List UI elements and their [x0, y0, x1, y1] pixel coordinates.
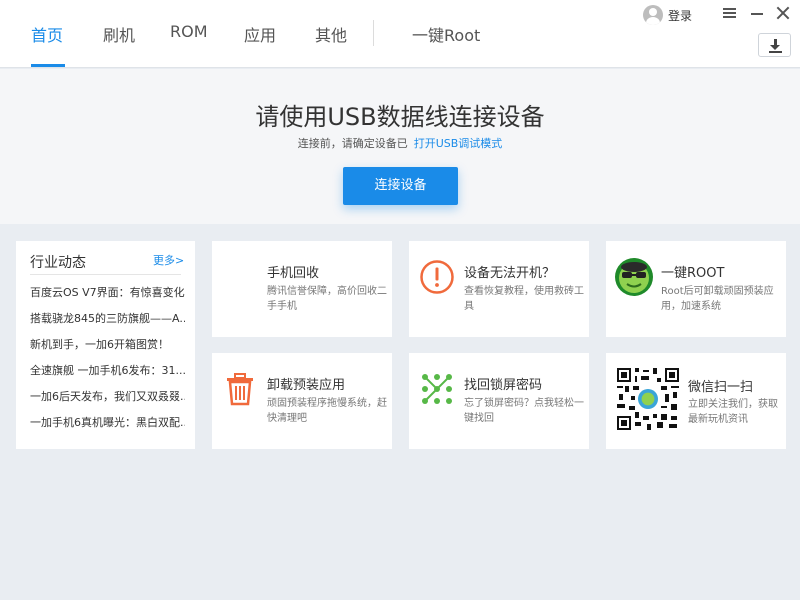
card-wechat-scan[interactable]: 微信扫一扫 立即关注我们，获取最新玩机资讯	[606, 353, 786, 449]
root-mascot-icon	[615, 258, 653, 296]
card-desc: 顽固预装程序拖慢系统，赶快清理吧	[267, 398, 387, 424]
card-desc: 查看恢复教程，使用救砖工具	[464, 286, 584, 312]
news-more-link[interactable]: 更多>	[153, 252, 184, 268]
hero-subtitle-text: 连接前，请确定设备已	[297, 137, 408, 150]
card-desc: 腾讯信誉保障，高价回收二手手机	[267, 286, 387, 312]
card-title: 找回锁屏密码	[464, 378, 543, 393]
card-title: 卸载预装应用	[267, 378, 346, 393]
download-button[interactable]	[758, 33, 791, 57]
warning-icon	[420, 260, 454, 294]
minimize-icon[interactable]	[750, 6, 764, 20]
menu-icon[interactable]	[723, 6, 737, 20]
news-title: 行业动态	[30, 255, 86, 271]
news-item[interactable]: 一加手机6真机曝光：黑白双配...	[30, 414, 185, 430]
card-title: 一键ROOT	[661, 266, 725, 281]
card-uninstall-preinstalled[interactable]: 卸载预装应用 顽固预装程序拖慢系统，赶快清理吧	[212, 353, 392, 449]
trash-icon	[227, 373, 253, 406]
login-label: 登录	[668, 8, 693, 23]
hero-title: 请使用USB数据线连接设备	[255, 103, 545, 131]
tab-other[interactable]: 其他	[315, 22, 347, 46]
card-desc: 忘了锁屏密码？点我轻松一键找回	[464, 398, 584, 424]
avatar-icon	[643, 5, 663, 25]
top-bar: 首页 刷机 ROM 应用 其他 一键Root 登录	[0, 0, 800, 68]
card-phone-recycle[interactable]: 手机回收 腾讯信誉保障，高价回收二手手机	[212, 241, 392, 337]
card-title: 设备无法开机？	[464, 266, 556, 281]
login-button[interactable]: 登录	[643, 4, 692, 26]
tab-one-click-root[interactable]: 一键Root	[412, 22, 480, 46]
card-recover-lock-password[interactable]: 找回锁屏密码 忘了锁屏密码？点我轻松一键找回	[409, 353, 589, 449]
qr-code-icon	[617, 368, 679, 430]
news-item[interactable]: 百度云OS V7界面：有惊喜变化	[30, 284, 185, 300]
news-item[interactable]: 全速旗舰 一加手机6发布：31...	[30, 362, 185, 378]
active-tab-indicator	[31, 64, 65, 67]
tab-home[interactable]: 首页	[31, 22, 63, 46]
phone-recycle-icon	[222, 259, 258, 295]
pattern-lock-icon	[422, 374, 452, 404]
news-panel: 行业动态 更多> 百度云OS V7界面：有惊喜变化 搭载骁龙845的三防旗舰——…	[16, 241, 195, 449]
news-item[interactable]: 搭载骁龙845的三防旗舰——A...	[30, 310, 185, 326]
connect-hero: 请使用USB数据线连接设备 连接前，请确定设备已 打开USB调试模式 连接设备	[0, 69, 800, 224]
card-desc: Root后可卸载顽固预装应用，加速系统	[661, 286, 774, 312]
news-item[interactable]: 新机到手，一加6开箱图赏！	[30, 336, 185, 352]
card-device-no-boot[interactable]: 设备无法开机？ 查看恢复教程，使用救砖工具	[409, 241, 589, 337]
close-icon[interactable]	[775, 5, 791, 21]
card-title: 手机回收	[267, 266, 320, 281]
card-one-click-root[interactable]: 一键ROOT Root后可卸载顽固预装应用，加速系统	[606, 241, 786, 337]
card-title: 微信扫一扫	[688, 380, 754, 395]
tab-apps[interactable]: 应用	[244, 22, 276, 46]
tab-flash[interactable]: 刷机	[103, 22, 135, 46]
news-item[interactable]: 一加6后天发布，我们又双叒叕...	[30, 388, 185, 404]
connect-device-button[interactable]: 连接设备	[343, 167, 458, 205]
usb-debug-link[interactable]: 打开USB调试模式	[414, 137, 503, 150]
hero-subtitle: 连接前，请确定设备已 打开USB调试模式	[0, 135, 800, 151]
news-divider	[30, 274, 181, 275]
tab-divider	[373, 20, 374, 46]
card-desc: 立即关注我们，获取最新玩机资讯	[688, 399, 778, 425]
tab-rom[interactable]: ROM	[170, 22, 208, 41]
